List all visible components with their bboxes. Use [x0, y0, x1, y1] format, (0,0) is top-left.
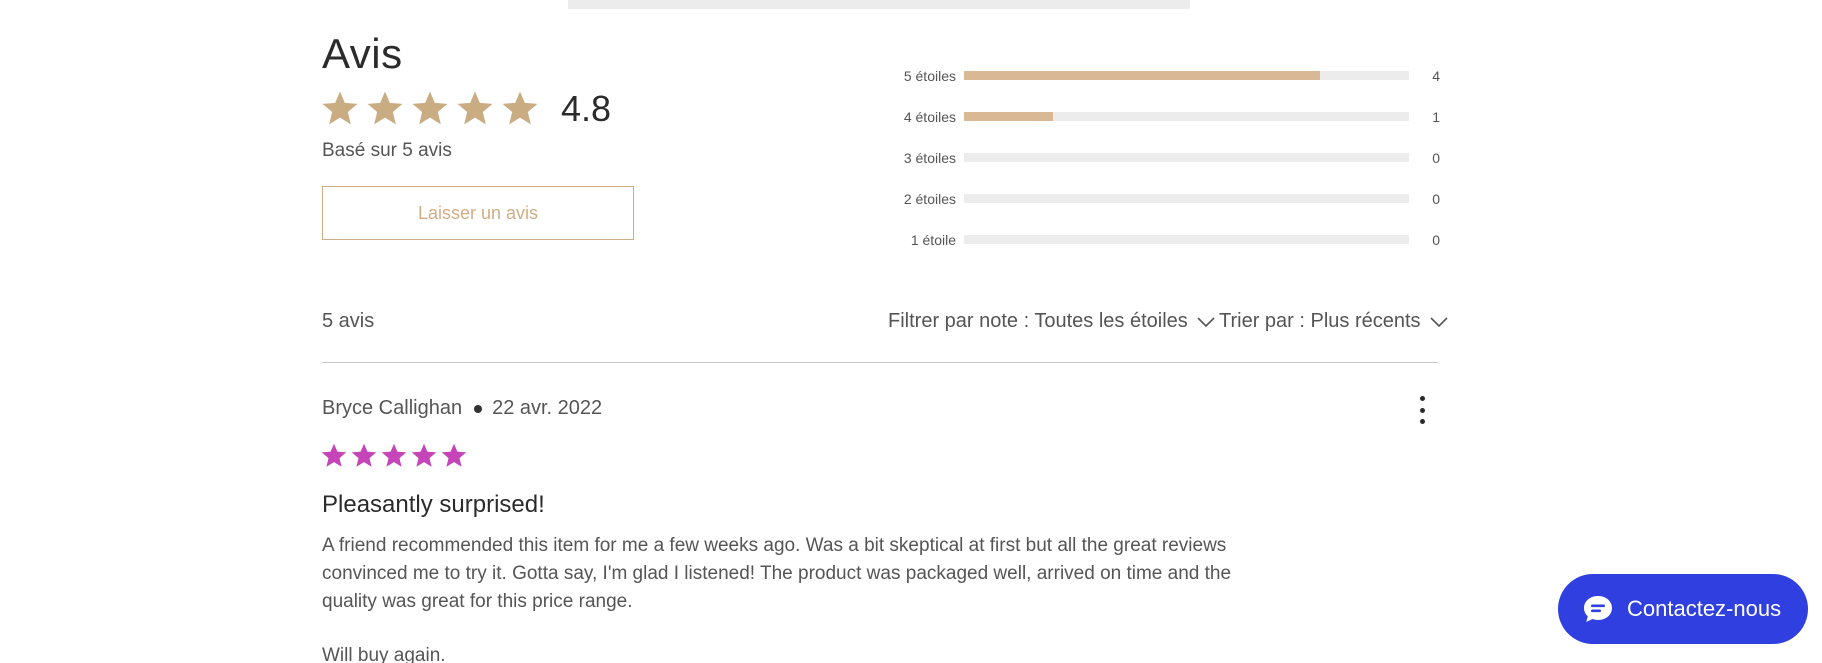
- filter-label: Filtrer par note : Toutes les étoiles: [888, 310, 1188, 332]
- chevron-down-icon: [1197, 316, 1215, 327]
- review-author: Bryce Callighan: [322, 397, 463, 419]
- star-icon: [367, 91, 403, 125]
- histogram-label: 3 étoiles: [903, 149, 956, 166]
- contact-chat-button[interactable]: Contactez-nous: [1558, 574, 1808, 644]
- top-divider-bar: [568, 0, 1190, 9]
- review-paragraph: Will buy again.: [322, 645, 446, 663]
- review-meta: Bryce Callighan 22 avr. 2022: [322, 397, 602, 420]
- histogram-row: 2 étoiles 0: [880, 178, 1440, 219]
- star-icon: [411, 443, 437, 467]
- histogram-count: 1: [1432, 108, 1440, 125]
- chat-label: Contactez-nous: [1627, 596, 1782, 621]
- star-icon: [321, 443, 347, 467]
- filter-by-rating-dropdown[interactable]: Filtrer par note : Toutes les étoiles: [888, 310, 1215, 333]
- histogram-row: 5 étoiles 4: [880, 55, 1440, 96]
- histogram-row: 3 étoiles 0: [880, 137, 1440, 178]
- histogram-bar-track: [964, 153, 1409, 162]
- star-icon: [351, 443, 377, 467]
- histogram-label: 1 étoile: [910, 231, 956, 248]
- average-rating-row: 4.8: [320, 88, 611, 130]
- review-title: Pleasantly surprised!: [322, 491, 545, 518]
- histogram-bar-track: [964, 112, 1409, 121]
- review-body: A friend recommended this item for me a …: [322, 532, 1262, 663]
- histogram-count: 0: [1432, 231, 1440, 248]
- average-rating-value: 4.8: [561, 88, 612, 129]
- review-date: 22 avr. 2022: [492, 397, 603, 419]
- histogram-bar-fill: [964, 71, 1320, 80]
- average-stars: [320, 89, 545, 129]
- histogram-label: 2 étoiles: [903, 190, 956, 207]
- histogram-label: 4 étoiles: [903, 108, 956, 125]
- histogram-bar-track: [964, 194, 1409, 203]
- chevron-down-icon: [1429, 316, 1448, 327]
- based-on-count: Basé sur 5 avis: [322, 140, 452, 161]
- star-icon: [502, 91, 538, 125]
- histogram-bar-fill: [964, 112, 1053, 121]
- toolbar-divider: [322, 362, 1438, 363]
- star-icon: [457, 91, 493, 125]
- review-paragraph: A friend recommended this item for me a …: [322, 535, 1232, 612]
- sort-dropdown[interactable]: Trier par : Plus récents: [1219, 310, 1448, 333]
- chat-bubble-icon: [1584, 596, 1612, 622]
- review-rating-stars: [320, 442, 470, 470]
- histogram-label: 5 étoiles: [903, 67, 956, 84]
- separator-dot: [474, 404, 483, 413]
- histogram-row: 4 étoiles 1: [880, 96, 1440, 137]
- star-icon: [441, 443, 467, 467]
- star-icon: [322, 91, 358, 125]
- star-icon: [381, 443, 407, 467]
- reviews-heading: Avis: [322, 30, 403, 77]
- histogram-count: 0: [1432, 149, 1440, 166]
- sort-label: Trier par : Plus récents: [1219, 310, 1421, 332]
- more-options-icon[interactable]: [1412, 396, 1432, 424]
- rating-histogram: 5 étoiles 4 4 étoiles 1 3 étoiles 0 2 étoiles 0…: [880, 55, 1440, 260]
- histogram-bar-track: [964, 235, 1409, 244]
- review-count: 5 avis: [322, 310, 375, 332]
- leave-review-button[interactable]: Laisser un avis: [322, 186, 634, 240]
- star-icon: [412, 91, 448, 125]
- histogram-row: 1 étoile 0: [880, 219, 1440, 260]
- reviews-page: Avis 4.8 Basé sur 5 avis Laisser un avis…: [0, 0, 1822, 663]
- histogram-count: 4: [1432, 67, 1440, 84]
- histogram-bar-track: [964, 71, 1409, 80]
- histogram-count: 0: [1432, 190, 1440, 207]
